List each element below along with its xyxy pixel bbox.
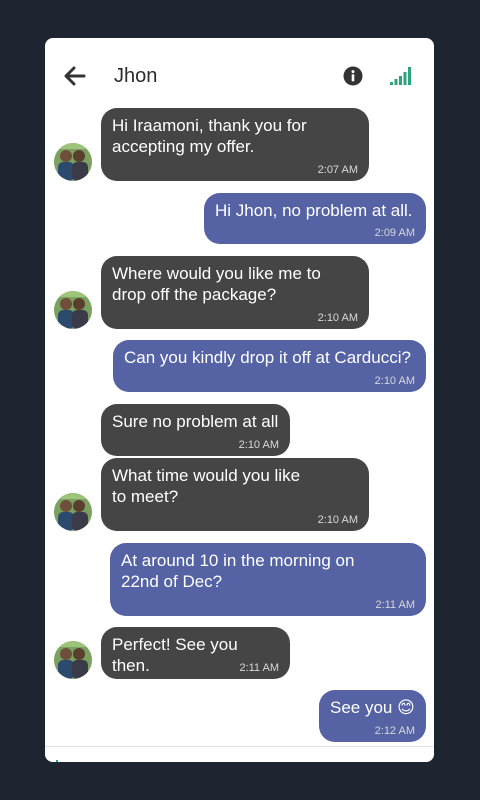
- message-text: At around 10 in the morning on 22nd of D…: [121, 551, 355, 591]
- message-bubble-outgoing[interactable]: Can you kindly drop it off at Carducci? …: [113, 340, 426, 392]
- message-bubble-outgoing[interactable]: Hi Jhon, no problem at all. 2:09 AM: [204, 193, 426, 244]
- message-bubble-incoming[interactable]: Where would you like me to drop off the …: [101, 256, 369, 329]
- message-input[interactable]: [55, 751, 419, 762]
- message-text: Hi Jhon, no problem at all.: [215, 201, 413, 220]
- message-text: Where would you like me to drop off the …: [112, 264, 321, 304]
- text-caret: [56, 760, 58, 762]
- message-bubble-outgoing[interactable]: At around 10 in the morning on 22nd of D…: [110, 543, 426, 616]
- avatar[interactable]: [54, 641, 92, 679]
- message-text: Sure no problem at all: [112, 412, 279, 431]
- avatar[interactable]: [54, 143, 92, 181]
- avatar[interactable]: [54, 493, 92, 531]
- message-text: Hi Iraamoni, thank you for accepting my …: [112, 116, 307, 156]
- message-bubble-outgoing[interactable]: See you 😊 2:12 AM: [319, 690, 426, 742]
- message-text: What time would you like to meet?: [112, 466, 301, 506]
- message-time: 2:11 AM: [239, 662, 279, 674]
- chat-window: Jhon Hi Iraamoni, thank you for acceptin…: [45, 38, 434, 762]
- message-time: 2:09 AM: [374, 227, 415, 239]
- message-bubble-incoming[interactable]: What time would you like to meet? 2:10 A…: [101, 458, 369, 531]
- message-time: 2:11 AM: [375, 599, 415, 611]
- message-text: See you 😊: [330, 698, 415, 717]
- message-time: 2:10 AM: [238, 439, 279, 451]
- message-text: Can you kindly drop it off at Carducci?: [124, 348, 411, 367]
- message-time: 2:10 AM: [317, 514, 358, 526]
- message-time: 2:07 AM: [317, 164, 358, 176]
- avatar[interactable]: [54, 291, 92, 329]
- message-list[interactable]: Hi Iraamoni, thank you for accepting my …: [45, 38, 434, 748]
- message-time: 2:10 AM: [374, 375, 415, 387]
- message-time: 2:12 AM: [374, 725, 415, 737]
- message-time: 2:10 AM: [317, 312, 358, 324]
- message-composer[interactable]: [45, 746, 434, 762]
- message-bubble-incoming[interactable]: Perfect! See you then. 2:11 AM: [101, 627, 290, 679]
- message-bubble-incoming[interactable]: Sure no problem at all 2:10 AM: [101, 404, 290, 456]
- message-bubble-incoming[interactable]: Hi Iraamoni, thank you for accepting my …: [101, 108, 369, 181]
